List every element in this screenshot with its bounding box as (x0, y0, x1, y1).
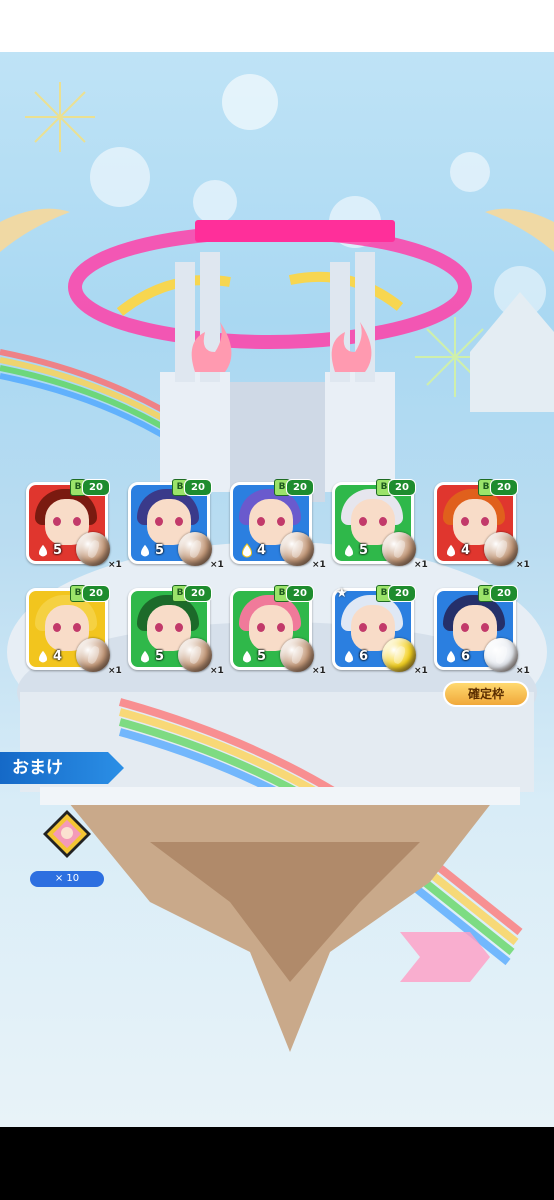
orb-icon (178, 532, 212, 566)
count-label: ×1 (516, 666, 530, 676)
gacha-result-scene: 5 B 20 ×1 5 B 20 ×1 4 B 20 ×1 5 B 20 ×1 4 B 20 ×1 4 B 20 ×1 5 B 20… (0, 52, 554, 1127)
character-card[interactable]: 6 B 20 ★ ×1 (332, 585, 428, 678)
level-badge: 20 (82, 585, 110, 602)
level-badge: 20 (490, 585, 518, 602)
bonus-tab: おまけ (0, 752, 124, 784)
character-level-digit: 6 (359, 649, 369, 664)
game-screen: 5 B 20 ×1 5 B 20 ×1 4 B 20 ×1 5 B 20 ×1 4 B 20 ×1 4 B 20 ×1 5 B 20… (0, 0, 554, 1200)
bonus-item[interactable] (42, 809, 92, 859)
orb-icon (382, 532, 416, 566)
level-badge: 20 (286, 479, 314, 496)
thunder-element-icon (239, 543, 255, 559)
navigation-bar (0, 1127, 554, 1200)
character-eye (379, 517, 387, 526)
wood-element-icon (239, 649, 255, 665)
character-level-digit: 4 (461, 543, 471, 558)
bonus-count: × 10 (30, 871, 104, 887)
level-badge: 20 (184, 479, 212, 496)
character-eye (73, 623, 81, 632)
character-card[interactable]: 4 B 20 ×1 (434, 479, 530, 572)
wood-element-icon (341, 543, 357, 559)
level-badge: 20 (184, 585, 212, 602)
fire-element-icon (35, 543, 51, 559)
character-eye (155, 623, 163, 632)
character-eye (277, 623, 285, 632)
orb-icon (76, 532, 110, 566)
character-level-digit: 6 (461, 649, 471, 664)
character-eye (461, 517, 469, 526)
character-level-digit: 4 (257, 543, 267, 558)
character-card[interactable]: 5 B 20 ×1 (26, 479, 122, 572)
character-eye (257, 623, 265, 632)
character-eye (481, 623, 489, 632)
character-level-digit: 5 (53, 543, 63, 558)
character-eye (359, 623, 367, 632)
character-card[interactable]: 4 B 20 ×1 (230, 479, 326, 572)
character-eye (53, 517, 61, 526)
count-label: ×1 (414, 560, 428, 570)
character-level-digit: 4 (53, 649, 63, 664)
character-card[interactable]: 5 B 20 ×1 (128, 479, 224, 572)
character-eye (175, 623, 183, 632)
count-label: ×1 (210, 666, 224, 676)
orb-icon (280, 638, 314, 672)
orb-icon (178, 638, 212, 672)
character-card[interactable]: 5 B 20 ×1 (128, 585, 224, 678)
count-label: ×1 (414, 666, 428, 676)
count-label: ×1 (210, 560, 224, 570)
count-label: ×1 (108, 666, 122, 676)
count-label: ×1 (516, 560, 530, 570)
character-eye (175, 517, 183, 526)
character-level-digit: 5 (257, 649, 267, 664)
wood-element-icon (137, 649, 153, 665)
count-label: ×1 (312, 560, 326, 570)
fire-element-icon (443, 543, 459, 559)
character-eye (73, 517, 81, 526)
character-card[interactable]: 6 B 20 ×1 (434, 585, 530, 678)
star-icon: ★ (336, 586, 348, 601)
character-level-digit: 5 (359, 543, 369, 558)
orb-icon (280, 532, 314, 566)
character-level-digit: 5 (155, 649, 165, 664)
character-card[interactable]: 5 B 20 ×1 (230, 585, 326, 678)
level-badge: 20 (490, 479, 518, 496)
character-eye (257, 517, 265, 526)
status-bar (0, 0, 554, 52)
level-badge: 20 (388, 585, 416, 602)
water-element-icon (443, 649, 459, 665)
orb-icon (382, 638, 416, 672)
character-card[interactable]: 4 B 20 ×1 (26, 585, 122, 678)
character-eye (481, 517, 489, 526)
character-eye (277, 517, 285, 526)
character-eye (379, 623, 387, 632)
character-level-digit: 5 (155, 543, 165, 558)
character-eye (359, 517, 367, 526)
character-eye (155, 517, 163, 526)
orb-icon (76, 638, 110, 672)
confirm-slot-badge: 確定枠 (443, 681, 529, 707)
water-element-icon (137, 543, 153, 559)
water-element-icon (341, 649, 357, 665)
character-card[interactable]: 5 B 20 ×1 (332, 479, 428, 572)
bonus-item-icon (43, 810, 91, 858)
level-badge: 20 (286, 585, 314, 602)
count-label: ×1 (312, 666, 326, 676)
orb-icon (484, 532, 518, 566)
character-eye (53, 623, 61, 632)
orb-icon (484, 638, 518, 672)
level-badge: 20 (82, 479, 110, 496)
count-label: ×1 (108, 560, 122, 570)
level-badge: 20 (388, 479, 416, 496)
light-element-icon (35, 649, 51, 665)
character-eye (461, 623, 469, 632)
